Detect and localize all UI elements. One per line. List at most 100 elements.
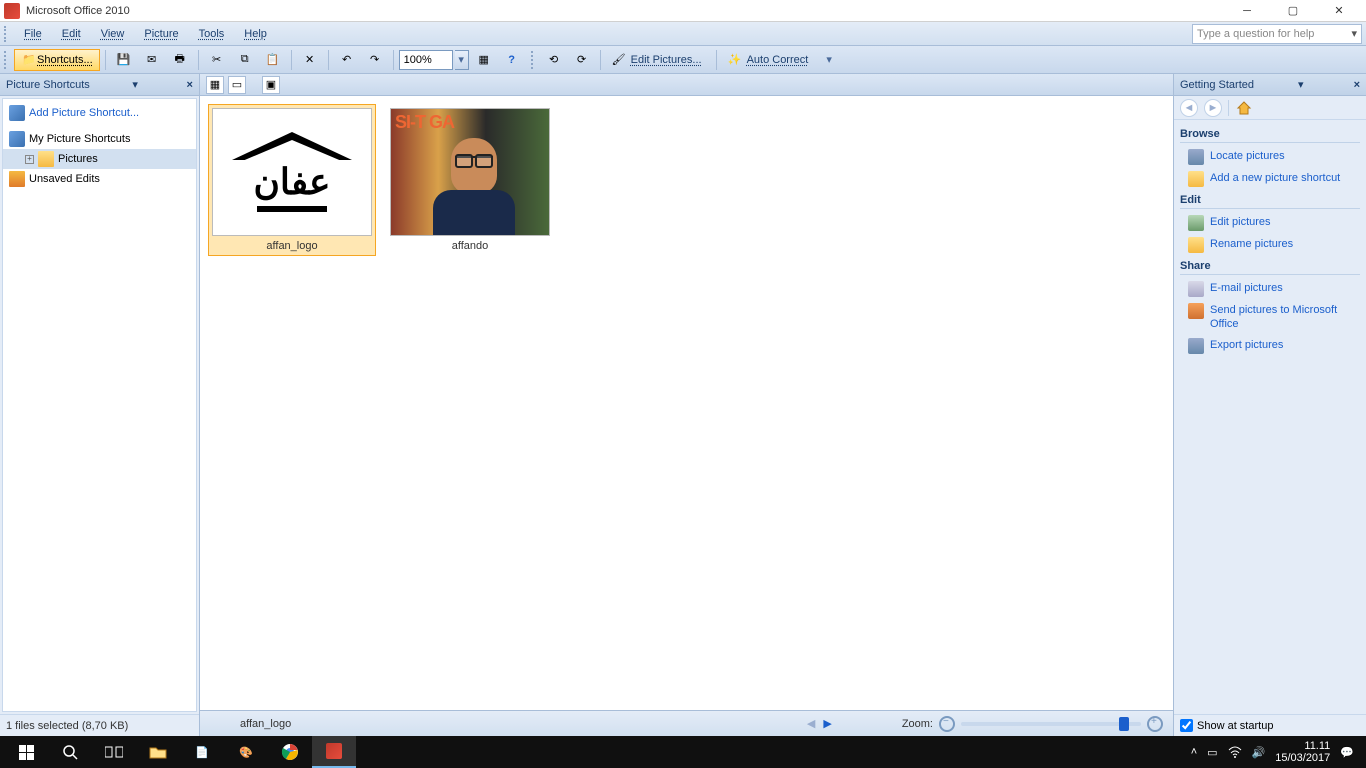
zoom-value-box[interactable]: 100% <box>399 50 453 70</box>
rotate-right-button[interactable]: ⟳ <box>569 49 595 71</box>
rename-pictures-link[interactable]: Rename pictures <box>1180 234 1360 256</box>
delete-button[interactable]: ✕ <box>297 49 323 71</box>
email-icon <box>1188 281 1204 297</box>
rotate-right-icon: ⟳ <box>574 52 590 68</box>
show-at-startup-label: Show at startup <box>1197 720 1273 732</box>
next-image-button[interactable]: ▶ <box>823 717 831 730</box>
getting-started-panel: Getting Started ▾ × ◄ ► Browse Locate pi… <box>1174 74 1366 736</box>
tree-pictures[interactable]: + Pictures <box>3 149 196 169</box>
email-button[interactable]: ✉ <box>139 49 165 71</box>
expand-icon[interactable]: + <box>25 155 34 164</box>
zoom-slider[interactable] <box>961 722 1141 726</box>
zoom-fit-button[interactable]: ▦ <box>471 49 497 71</box>
menu-tools[interactable]: Tools <box>189 26 235 42</box>
menubar-grip[interactable] <box>4 26 10 42</box>
panel-dropdown-icon[interactable]: ▾ <box>1298 78 1304 91</box>
nav-back-button[interactable]: ◄ <box>1180 99 1198 117</box>
nav-forward-button[interactable]: ► <box>1204 99 1222 117</box>
rotate-left-icon: ⟲ <box>546 52 562 68</box>
thumbnail-affando[interactable]: SI-T GA affando <box>386 104 554 256</box>
tree-root[interactable]: My Picture Shortcuts <box>3 129 196 149</box>
auto-correct-button[interactable]: ✨ Auto Correct <box>722 49 818 71</box>
toolbar-separator <box>198 50 199 70</box>
menu-view[interactable]: View <box>91 26 135 42</box>
redo-icon: ↷ <box>367 52 383 68</box>
menu-help[interactable]: Help <box>234 26 277 42</box>
copy-button[interactable]: ⧉ <box>232 49 258 71</box>
help-search-box[interactable]: Type a question for help ▾ <box>1192 24 1362 44</box>
menu-edit[interactable]: Edit <box>52 26 91 42</box>
export-pictures-link[interactable]: Export pictures <box>1180 335 1360 357</box>
taskbar-paint[interactable]: 🎨 <box>224 736 268 768</box>
edit-pictures-icon: 🖌 <box>611 52 627 68</box>
edit-pictures-button[interactable]: 🖌 Edit Pictures... <box>606 49 711 71</box>
tray-chevron-icon[interactable]: ˄ <box>1191 746 1197 758</box>
show-at-startup-checkbox[interactable] <box>1180 719 1193 732</box>
add-picture-shortcut-link[interactable]: Add Picture Shortcut... <box>3 103 196 123</box>
taskbar-picture-manager[interactable] <box>312 736 356 768</box>
redo-button[interactable]: ↷ <box>362 49 388 71</box>
tray-volume-icon[interactable]: 🔊 <box>1252 746 1266 759</box>
view-filmstrip-button[interactable]: ▭ <box>228 76 246 94</box>
taskbar-file-explorer[interactable] <box>136 736 180 768</box>
rotate-left-button[interactable]: ⟲ <box>541 49 567 71</box>
right-panel-title: Getting Started <box>1180 79 1254 91</box>
close-panel-button[interactable]: × <box>187 79 193 91</box>
toolbar-overflow[interactable]: ▾ <box>821 49 837 71</box>
undo-icon: ↶ <box>339 52 355 68</box>
toolbar: 📁 Shortcuts... 💾 ✉ 🖶 ✂ ⧉ 📋 ✕ ↶ ↷ 100% ▾ … <box>0 46 1366 74</box>
add-shortcut-link[interactable]: Add a new picture shortcut <box>1180 168 1360 190</box>
shortcuts-button[interactable]: 📁 Shortcuts... <box>14 49 100 71</box>
thumbnail-image: SI-T GA <box>390 108 550 236</box>
menu-picture[interactable]: Picture <box>134 26 188 42</box>
locate-pictures-link[interactable]: Locate pictures <box>1180 146 1360 168</box>
system-tray: ˄ ▭ 🔊 11.11 15/03/2017 💬 <box>1183 740 1362 764</box>
paste-button[interactable]: 📋 <box>260 49 286 71</box>
prev-image-button[interactable]: ◀ <box>807 717 815 730</box>
view-single-button[interactable]: ▣ <box>262 76 280 94</box>
print-button[interactable]: 🖶 <box>167 49 193 71</box>
nav-home-button[interactable] <box>1235 99 1253 117</box>
toolbar-grip[interactable] <box>531 51 537 69</box>
panel-dropdown-icon[interactable]: ▾ <box>132 78 138 91</box>
thumbnail-affan-logo[interactable]: عفان affan_logo <box>208 104 376 256</box>
menu-file[interactable]: File <box>14 26 52 42</box>
left-panel-body: Add Picture Shortcut... My Picture Short… <box>2 98 197 712</box>
tray-battery-icon[interactable]: ▭ <box>1207 746 1217 759</box>
help-button[interactable]: ? <box>499 49 525 71</box>
close-button[interactable]: ✕ <box>1316 0 1362 22</box>
left-status-bar: 1 files selected (8,70 KB) <box>0 714 199 736</box>
send-to-office-link[interactable]: Send pictures to Microsoft Office <box>1180 300 1360 335</box>
save-button[interactable]: 💾 <box>111 49 137 71</box>
zoom-in-button[interactable] <box>1147 716 1163 732</box>
tray-wifi-icon[interactable] <box>1228 746 1242 758</box>
zoom-slider-handle[interactable] <box>1119 717 1129 731</box>
view-bar: ▦ ▭ ▣ <box>200 74 1173 96</box>
zoom-out-button[interactable] <box>939 716 955 732</box>
tree-unsaved-edits[interactable]: Unsaved Edits <box>3 169 196 189</box>
search-button[interactable] <box>48 736 92 768</box>
close-panel-button[interactable]: × <box>1354 79 1360 91</box>
maximize-button[interactable]: ▢ <box>1270 0 1316 22</box>
thumbnails-area[interactable]: عفان affan_logo SI-T GA affando <box>200 96 1173 710</box>
windows-logo-icon <box>19 745 34 760</box>
start-button[interactable] <box>4 736 48 768</box>
taskbar-notepad[interactable]: 📄 <box>180 736 224 768</box>
undo-button[interactable]: ↶ <box>334 49 360 71</box>
toolbar-grip[interactable] <box>4 51 10 69</box>
menubar: File Edit View Picture Tools Help Type a… <box>0 22 1366 46</box>
edit-pictures-link[interactable]: Edit pictures <box>1180 212 1360 234</box>
taskbar-clock[interactable]: 11.11 15/03/2017 <box>1275 740 1330 764</box>
taskbar-chrome[interactable] <box>268 736 312 768</box>
minimize-button[interactable]: ─ <box>1224 0 1270 22</box>
center-status-bar: affan_logo ◀ ▶ Zoom: <box>200 710 1173 736</box>
cut-button[interactable]: ✂ <box>204 49 230 71</box>
zoom-fit-icon: ▦ <box>476 52 492 68</box>
email-pictures-link[interactable]: E-mail pictures <box>1180 278 1360 300</box>
task-view-button[interactable] <box>92 736 136 768</box>
zoom-dropdown[interactable]: ▾ <box>455 50 469 70</box>
view-thumbnails-button[interactable]: ▦ <box>206 76 224 94</box>
photo-graphic: SI-T GA <box>391 108 549 236</box>
tray-notifications-icon[interactable]: 💬 <box>1340 746 1354 759</box>
chevron-down-icon[interactable]: ▾ <box>1351 27 1357 40</box>
